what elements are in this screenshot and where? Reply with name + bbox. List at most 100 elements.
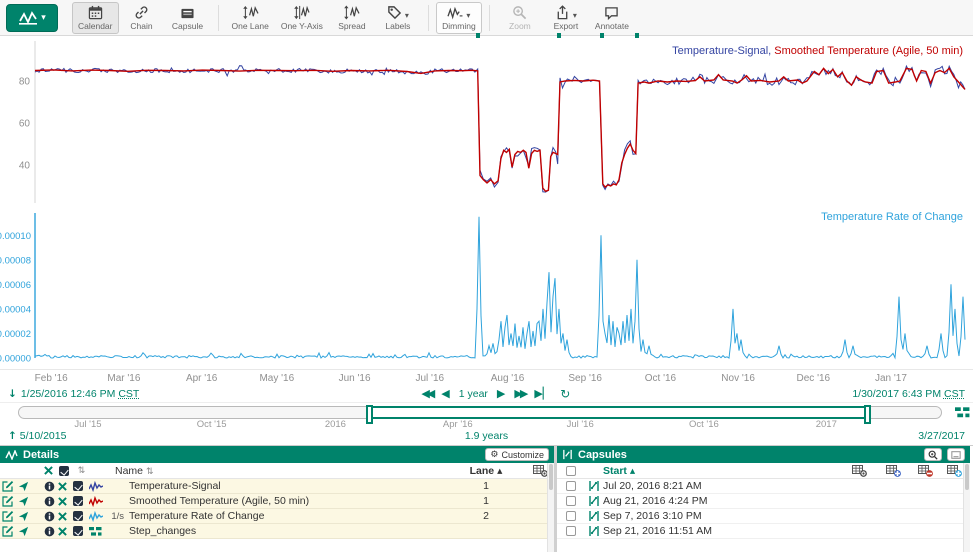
navigate-item-icon[interactable] bbox=[16, 526, 30, 537]
add-stat-column-icon[interactable] bbox=[874, 465, 912, 477]
details-scrollbar[interactable] bbox=[547, 463, 554, 552]
trend-lane-1[interactable]: 806040 Temperature-Signal, Smoothed Temp… bbox=[0, 39, 973, 205]
details-row[interactable]: Step_changes bbox=[0, 524, 554, 539]
remove-item-icon[interactable] bbox=[56, 512, 69, 521]
navigate-item-icon[interactable] bbox=[16, 481, 30, 492]
details-row[interactable]: 1/sTemperature Rate of Change2 bbox=[0, 509, 554, 524]
one-y-axis-button[interactable]: One Y-Axis bbox=[275, 2, 329, 34]
capsule-row[interactable]: Aug 21, 2016 4:24 PM bbox=[557, 494, 970, 509]
item-name[interactable]: Temperature Rate of Change bbox=[127, 510, 460, 522]
edit-item-icon[interactable] bbox=[0, 495, 16, 507]
range-end-label[interactable]: 1/30/2017 6:43 PM CST bbox=[852, 388, 965, 400]
auto-update-icon[interactable]: ↻ bbox=[560, 387, 570, 401]
edit-item-icon[interactable] bbox=[0, 480, 16, 492]
step-forward-full-button[interactable]: ▶▶ bbox=[514, 387, 525, 400]
lane2-legend: Temperature Rate of Change bbox=[821, 211, 963, 223]
legend-temperature-rate-of-change[interactable]: Temperature Rate of Change bbox=[821, 211, 963, 223]
item-checkbox[interactable] bbox=[69, 526, 86, 536]
capsule-row[interactable]: Jul 20, 2016 8:21 AM bbox=[557, 479, 970, 494]
capsule-row[interactable]: Sep 21, 2016 11:51 AM bbox=[557, 524, 970, 539]
trend-lane-2[interactable]: 0.000100.000080.000060.000040.000020.000… bbox=[0, 205, 973, 368]
dimming-button[interactable]: ▾Dimming bbox=[436, 2, 482, 34]
details-row[interactable]: Smoothed Temperature (Agile, 50 min)1 bbox=[0, 494, 554, 509]
item-info-icon[interactable] bbox=[42, 526, 56, 537]
capsule-column-settings-icon[interactable] bbox=[844, 465, 874, 477]
step-back-full-button[interactable]: ◀◀ bbox=[421, 387, 432, 400]
capsules-scrollbar[interactable] bbox=[963, 463, 970, 552]
investigate-end-label[interactable]: 3/27/2017 bbox=[918, 430, 965, 442]
remove-item-icon[interactable] bbox=[56, 497, 69, 506]
item-name[interactable]: Temperature-Signal bbox=[127, 480, 460, 492]
timebar-labels: ↑ 5/10/2015 1.9 years 3/27/2017 bbox=[0, 430, 973, 444]
timebar-track[interactable] bbox=[18, 406, 942, 419]
svg-text:60: 60 bbox=[19, 119, 31, 130]
svg-text:40: 40 bbox=[19, 161, 31, 172]
navigate-item-icon[interactable] bbox=[16, 496, 30, 507]
range-start-label[interactable]: ↓ 1/25/2016 12:46 PM CST bbox=[8, 388, 139, 400]
investigate-start-label[interactable]: ↑ 5/10/2015 bbox=[8, 430, 66, 442]
item-info-icon[interactable] bbox=[42, 481, 56, 492]
capsule-search-button[interactable] bbox=[924, 448, 942, 461]
x-axis-tick-label: Nov '16 bbox=[721, 373, 755, 384]
capsule-button[interactable]: Capsule bbox=[165, 2, 211, 34]
legend-temperature-signal[interactable]: Temperature-Signal bbox=[672, 45, 768, 57]
sort-by-type-button[interactable]: ⇅ bbox=[72, 466, 91, 476]
annotate-button[interactable]: Annotate bbox=[589, 2, 635, 34]
item-lane: 1 bbox=[460, 495, 512, 507]
item-info-icon[interactable] bbox=[42, 511, 56, 522]
remove-all-button[interactable] bbox=[42, 466, 55, 475]
step-forward-half-button[interactable]: ▶ bbox=[497, 387, 505, 400]
capsule-row[interactable]: Sep 7, 2016 3:10 PM bbox=[557, 509, 970, 524]
spread-button[interactable]: Spread bbox=[329, 2, 375, 34]
timebar-right-handle[interactable] bbox=[864, 405, 871, 424]
capsule-time-icon[interactable] bbox=[955, 406, 970, 419]
remove-item-icon[interactable] bbox=[56, 527, 69, 536]
timebar-left-handle[interactable] bbox=[366, 405, 373, 424]
capsule-checkbox[interactable] bbox=[557, 481, 585, 491]
one-lane-button[interactable]: One Lane bbox=[226, 2, 275, 34]
item-checkbox[interactable] bbox=[69, 496, 86, 506]
x-axis-tick-label: Apr '16 bbox=[186, 373, 217, 384]
item-checkbox[interactable] bbox=[69, 511, 86, 521]
item-info-icon[interactable] bbox=[42, 496, 56, 507]
select-all-checkbox[interactable] bbox=[55, 466, 72, 476]
capsule-checkbox[interactable] bbox=[557, 496, 585, 506]
lane-column-header[interactable]: Lane ▴ bbox=[460, 465, 512, 477]
calendar-button[interactable]: Calendar bbox=[72, 2, 119, 34]
timezone-link-end[interactable]: CST bbox=[944, 388, 965, 400]
edit-item-icon[interactable] bbox=[0, 510, 16, 522]
step-to-end-button[interactable]: ▶▏ bbox=[534, 387, 551, 400]
legend-smoothed-temperature[interactable]: Smoothed Temperature (Agile, 50 min) bbox=[774, 45, 963, 57]
capsule-icon bbox=[585, 525, 603, 537]
chevron-down-icon: ▾ bbox=[41, 12, 46, 23]
worksheet-view-dropdown-button[interactable]: ▾ bbox=[6, 4, 58, 32]
remove-item-icon[interactable] bbox=[56, 482, 69, 491]
start-column-header[interactable]: Start ▴ bbox=[603, 465, 635, 477]
capsule-panel-collapse-button[interactable] bbox=[947, 448, 965, 461]
edit-item-icon[interactable] bbox=[0, 525, 16, 537]
select-all-capsules-checkbox[interactable] bbox=[557, 466, 585, 476]
export-button[interactable]: ▾Export bbox=[543, 2, 589, 34]
step-back-half-button[interactable]: ◀ bbox=[441, 387, 449, 400]
navigate-item-icon[interactable] bbox=[16, 511, 30, 522]
capsule-checkbox[interactable] bbox=[557, 511, 585, 521]
svg-text:0.00002: 0.00002 bbox=[0, 329, 31, 340]
item-name[interactable]: Step_changes bbox=[127, 525, 460, 537]
item-checkbox[interactable] bbox=[69, 481, 86, 491]
labels-button[interactable]: ▾Labels bbox=[375, 2, 421, 34]
capsule-checkbox[interactable] bbox=[557, 526, 585, 536]
customize-button[interactable]: ⚙ Customize bbox=[485, 448, 549, 461]
details-row[interactable]: Temperature-Signal1 bbox=[0, 479, 554, 494]
timebar-selected-range[interactable] bbox=[369, 406, 868, 419]
x-axis-tick-label: Sep '16 bbox=[568, 373, 602, 384]
name-column-header[interactable]: Name ⇅ bbox=[113, 465, 460, 477]
chain-button[interactable]: Chain bbox=[119, 2, 165, 34]
timezone-link[interactable]: CST bbox=[118, 388, 139, 400]
item-name[interactable]: Smoothed Temperature (Agile, 50 min) bbox=[127, 495, 460, 507]
remove-column-icon[interactable] bbox=[912, 465, 938, 477]
range-start-arrow-icon: ↓ bbox=[8, 388, 17, 400]
time-axis[interactable]: Feb '16Mar '16Apr '16May '16Jun '16Jul '… bbox=[0, 369, 973, 385]
toolbar-separator bbox=[218, 5, 219, 31]
capsule-start-value: Sep 21, 2016 11:51 AM bbox=[603, 525, 712, 537]
capsule-start-value: Jul 20, 2016 8:21 AM bbox=[603, 480, 702, 492]
